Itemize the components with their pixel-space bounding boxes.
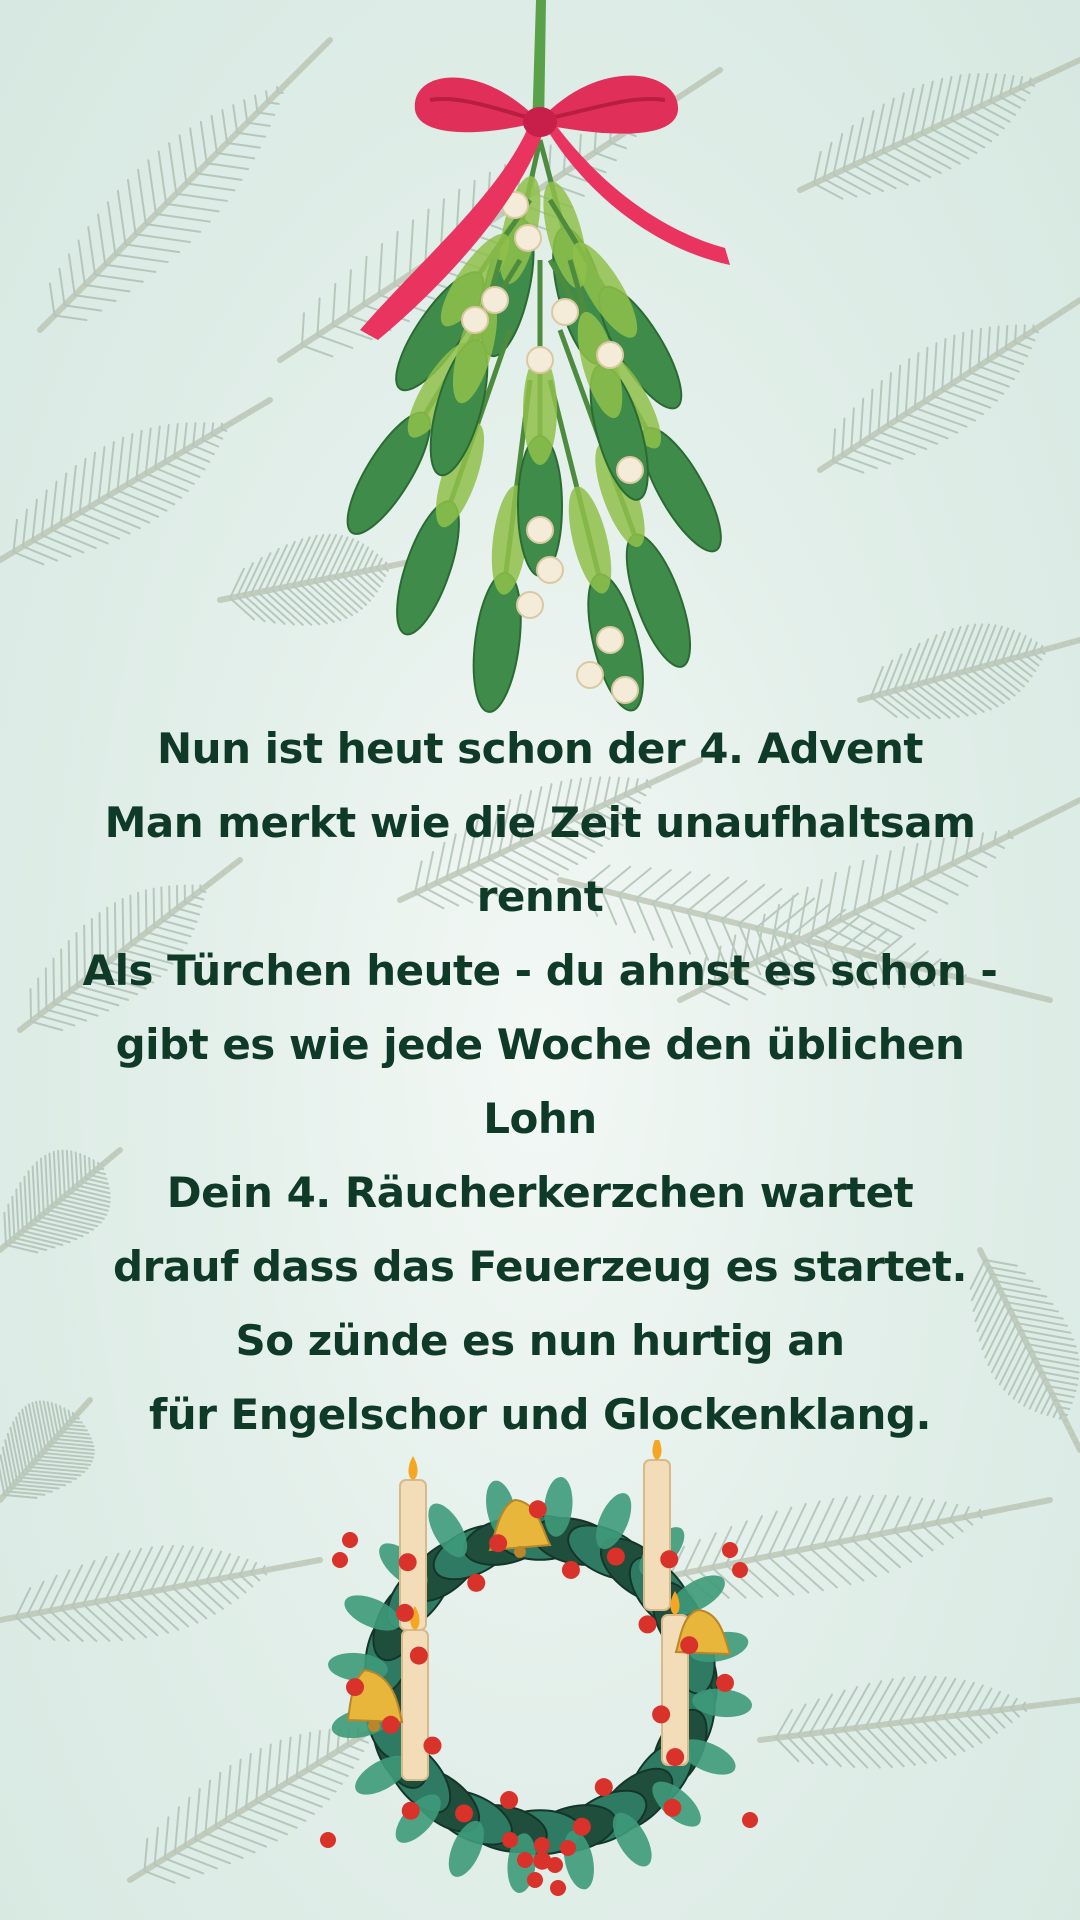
pine-branch bbox=[0, 1544, 323, 1643]
mistletoe-with-bow-icon bbox=[346, 0, 730, 713]
poem-line: Dein 4. Räucherkerzchen wartet bbox=[166, 1168, 914, 1217]
candle-icon bbox=[661, 1591, 689, 1766]
poem-line: Lohn bbox=[483, 1094, 597, 1143]
poem-text: Nun ist heut schon der 4. Advent Man mer… bbox=[20, 712, 1060, 1452]
candle-icon bbox=[399, 1456, 427, 1631]
pine-branch bbox=[797, 57, 1080, 200]
poem-line: gibt es wie jede Woche den üblichen bbox=[115, 1020, 965, 1069]
poem-line: rennt bbox=[476, 872, 604, 921]
advent-wreath-icon bbox=[320, 1440, 758, 1896]
poem-line: drauf dass das Feuerzeug es startet. bbox=[113, 1242, 967, 1291]
poem-line: So zünde es nun hurtig an bbox=[235, 1316, 846, 1365]
pine-branch bbox=[0, 397, 273, 566]
candle-icon bbox=[643, 1440, 671, 1611]
poem-line: Man merkt wie die Zeit unaufhaltsam bbox=[104, 798, 976, 847]
poem-line: Als Türchen heute - du ahnst es schon - bbox=[82, 946, 998, 995]
pine-branch bbox=[817, 297, 1080, 474]
greeting-card: Nun ist heut schon der 4. Advent Man mer… bbox=[0, 0, 1080, 1920]
candle-icon bbox=[401, 1606, 429, 1781]
poem-line: Nun ist heut schon der 4. Advent bbox=[157, 724, 923, 773]
pine-branch bbox=[37, 37, 333, 333]
pine-branch bbox=[757, 1675, 1080, 1769]
pine-branch bbox=[857, 623, 1080, 720]
